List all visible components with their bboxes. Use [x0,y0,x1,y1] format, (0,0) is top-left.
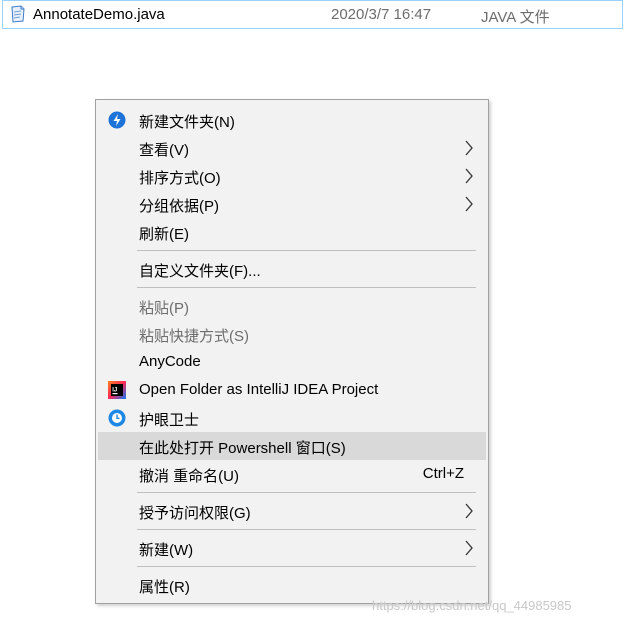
menu-item-label: 属性(R) [139,579,190,596]
svg-text:IJ: IJ [112,388,117,394]
menu-item-label: 撤消 重命名(U) [139,468,239,485]
menu-item-label: 新建(W) [139,542,194,559]
menu-item-undo-rename[interactable]: 撤消 重命名(U) Ctrl+Z [98,460,486,488]
menu-item-group-by[interactable]: 分组依据(P) [98,190,486,218]
menu-separator [137,492,476,493]
menu-item-open-powershell[interactable]: 在此处打开 Powershell 窗口(S) [98,432,486,460]
context-menu: 新建文件夹(N) 查看(V) 排序方式(O) 分组依据(P) 刷新(E) 自定义… [95,99,489,604]
menu-item-view[interactable]: 查看(V) [98,134,486,162]
menu-separator [137,566,476,567]
file-date: 2020/3/7 16:47 [331,6,432,23]
chevron-right-icon [465,196,473,212]
chevron-right-icon [465,503,473,519]
menu-item-paste: 粘贴(P) [98,292,486,320]
menu-item-label: 粘贴(P) [139,300,189,317]
intellij-icon: IJ [108,381,126,399]
menu-item-new[interactable]: 新建(W) [98,534,486,562]
menu-item-label: 排序方式(O) [139,170,221,187]
shortcut-label: Ctrl+Z [422,465,464,482]
java-file-icon [11,5,25,23]
file-type: JAVA 文件 [481,9,550,26]
menu-separator [137,529,476,530]
menu-item-paste-shortcut: 粘贴快捷方式(S) [98,320,486,348]
new-folder-icon [108,111,126,129]
chevron-right-icon [465,540,473,556]
menu-item-label: 护眼卫士 [139,412,200,429]
menu-item-label: AnyCode [139,353,201,370]
menu-item-sort-by[interactable]: 排序方式(O) [98,162,486,190]
menu-separator [137,250,476,251]
menu-item-label: 授予访问权限(G) [139,505,251,522]
menu-item-label: 查看(V) [139,142,189,159]
chevron-right-icon [465,140,473,156]
menu-item-open-intellij[interactable]: IJ Open Folder as IntelliJ IDEA Project [98,376,486,404]
menu-item-label: 刷新(E) [139,226,189,243]
menu-item-anycode[interactable]: AnyCode [98,348,486,376]
menu-item-customize-folder[interactable]: 自定义文件夹(F)... [98,255,486,283]
menu-item-label: 粘贴快捷方式(S) [139,328,249,345]
file-list-row[interactable]: AnnotateDemo.java 2020/3/7 16:47 JAVA 文件 [2,0,623,29]
menu-item-eye-guard[interactable]: 护眼卫士 [98,404,486,432]
file-name[interactable]: AnnotateDemo.java [33,6,165,23]
menu-item-label: 分组依据(P) [139,198,219,215]
menu-item-label: 自定义文件夹(F)... [139,263,261,280]
watermark: https://blog.csdn.net/qq_44985985 [372,598,572,613]
menu-item-label: Open Folder as IntelliJ IDEA Project [139,381,379,398]
menu-item-properties[interactable]: 属性(R) [98,571,486,599]
menu-item-label: 新建文件夹(N) [139,114,235,131]
menu-item-label: 在此处打开 Powershell 窗口(S) [139,440,346,457]
chevron-right-icon [465,168,473,184]
menu-separator [137,287,476,288]
eye-guard-icon [108,409,126,427]
menu-item-new-folder[interactable]: 新建文件夹(N) [98,106,486,134]
menu-item-give-access[interactable]: 授予访问权限(G) [98,497,486,525]
menu-item-refresh[interactable]: 刷新(E) [98,218,486,246]
